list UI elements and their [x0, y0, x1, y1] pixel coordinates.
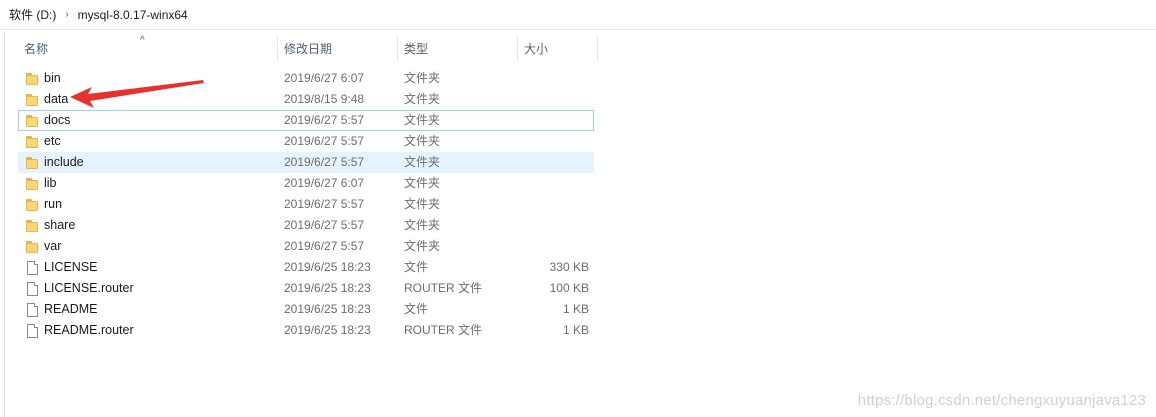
- file-size: [519, 216, 589, 235]
- annotation-arrow: [70, 80, 204, 108]
- file-size: [519, 132, 589, 151]
- folder-icon: [26, 156, 39, 170]
- file-name: README.router: [44, 323, 134, 337]
- file-name: include: [44, 155, 84, 169]
- file-name: README: [44, 302, 98, 316]
- column-header-name[interactable]: 名称 ^: [18, 33, 278, 65]
- file-modified-date: 2019/6/27 5:57: [284, 197, 365, 211]
- sort-ascending-icon: ^: [140, 35, 145, 46]
- folder-icon: [26, 135, 39, 149]
- folder-icon: [26, 240, 39, 254]
- folder-icon: [26, 72, 39, 86]
- file-type: 文件: [404, 302, 429, 316]
- file-modified-date: 2019/6/25 18:23: [284, 323, 371, 337]
- file-type: 文件夹: [404, 197, 441, 211]
- file-row[interactable]: LICENSE 2019/6/25 18:23 文件 330 KB: [18, 257, 594, 278]
- column-header-type-label: 类型: [404, 42, 429, 56]
- file-icon: [26, 324, 39, 338]
- file-modified-date: 2019/6/25 18:23: [284, 260, 371, 274]
- file-name: bin: [44, 71, 61, 85]
- file-size: [519, 153, 589, 172]
- column-header-size-label: 大小: [524, 42, 549, 56]
- column-header-name-label: 名称: [24, 42, 49, 56]
- file-size: 100 KB: [549, 281, 589, 295]
- file-modified-date: 2019/6/27 5:57: [284, 113, 365, 127]
- file-type: 文件夹: [404, 176, 441, 190]
- folder-row[interactable]: share 2019/6/27 5:57 文件夹: [18, 215, 594, 236]
- file-name: run: [44, 197, 63, 211]
- file-row[interactable]: README 2019/6/25 18:23 文件 1 KB: [18, 299, 594, 320]
- file-modified-date: 2019/6/25 18:23: [284, 302, 371, 316]
- chevron-right-icon[interactable]: ›: [65, 9, 68, 20]
- file-icon: [26, 282, 39, 296]
- file-row[interactable]: README.router 2019/6/25 18:23 ROUTER 文件 1 K…: [18, 320, 594, 341]
- file-modified-date: 2019/6/27 5:57: [284, 134, 365, 148]
- file-size: 1 KB: [562, 302, 589, 316]
- file-size: 330 KB: [549, 260, 589, 274]
- file-name: LICENSE: [44, 260, 98, 274]
- column-header: 名称 ^ 修改日期 类型 大小: [18, 33, 598, 65]
- breadcrumb: 软件 (D:) › mysql-8.0.17-winx64: [0, 0, 1156, 30]
- file-name: lib: [44, 176, 57, 190]
- file-size: [519, 195, 589, 214]
- file-name: var: [44, 239, 62, 253]
- file-type: 文件夹: [404, 218, 441, 232]
- file-name: etc: [44, 134, 61, 148]
- folder-icon: [26, 219, 39, 233]
- file-name: share: [44, 218, 76, 232]
- file-modified-date: 2019/8/15 9:48: [284, 92, 365, 106]
- file-size: [519, 174, 589, 193]
- folder-row[interactable]: var 2019/6/27 5:57 文件夹: [18, 236, 594, 257]
- folder-row[interactable]: lib 2019/6/27 6:07 文件夹: [18, 173, 594, 194]
- file-modified-date: 2019/6/27 6:07: [284, 176, 365, 190]
- file-type: 文件夹: [404, 134, 441, 148]
- breadcrumb-drive[interactable]: 软件 (D:): [9, 4, 56, 25]
- folder-row[interactable]: etc 2019/6/27 5:57 文件夹: [18, 131, 594, 152]
- file-icon: [26, 261, 39, 275]
- folder-icon: [26, 177, 39, 191]
- file-size: [519, 90, 589, 109]
- file-modified-date: 2019/6/25 18:23: [284, 281, 371, 295]
- folder-icon: [26, 93, 39, 107]
- column-header-modified[interactable]: 修改日期: [278, 33, 398, 65]
- file-type: ROUTER 文件: [404, 281, 483, 295]
- file-size: [519, 69, 589, 88]
- file-type: 文件夹: [404, 155, 441, 169]
- file-modified-date: 2019/6/27 5:57: [284, 239, 365, 253]
- file-type: 文件夹: [404, 71, 441, 85]
- file-row[interactable]: LICENSE.router 2019/6/25 18:23 ROUTER 文件 10…: [18, 278, 594, 299]
- breadcrumb-folder[interactable]: mysql-8.0.17-winx64: [78, 6, 188, 24]
- folder-row[interactable]: include 2019/6/27 5:57 文件夹: [18, 152, 594, 173]
- column-header-size[interactable]: 大小: [518, 33, 598, 65]
- file-size: 1 KB: [562, 323, 589, 337]
- folder-row[interactable]: run 2019/6/27 5:57 文件夹: [18, 194, 594, 215]
- folder-icon: [26, 114, 39, 128]
- folder-row[interactable]: docs 2019/6/27 5:57 文件夹: [18, 110, 594, 131]
- watermark: https://blog.csdn.net/chengxuyuanjava123: [857, 392, 1146, 409]
- file-name: data: [44, 92, 69, 106]
- file-size: [519, 111, 589, 130]
- file-type: ROUTER 文件: [404, 323, 483, 337]
- pane-divider: [4, 31, 5, 417]
- file-type: 文件夹: [404, 92, 441, 106]
- file-size: [519, 237, 589, 256]
- file-modified-date: 2019/6/27 5:57: [284, 155, 365, 169]
- file-modified-date: 2019/6/27 6:07: [284, 71, 365, 85]
- file-type: 文件夹: [404, 113, 441, 127]
- file-name: docs: [44, 113, 71, 127]
- column-divider[interactable]: [597, 37, 598, 61]
- file-name: LICENSE.router: [44, 281, 134, 295]
- column-header-type[interactable]: 类型: [398, 33, 518, 65]
- file-type: 文件夹: [404, 239, 441, 253]
- folder-icon: [26, 198, 39, 212]
- column-header-modified-label: 修改日期: [284, 42, 333, 56]
- file-type: 文件: [404, 260, 429, 274]
- file-modified-date: 2019/6/27 5:57: [284, 218, 365, 232]
- file-icon: [26, 303, 39, 317]
